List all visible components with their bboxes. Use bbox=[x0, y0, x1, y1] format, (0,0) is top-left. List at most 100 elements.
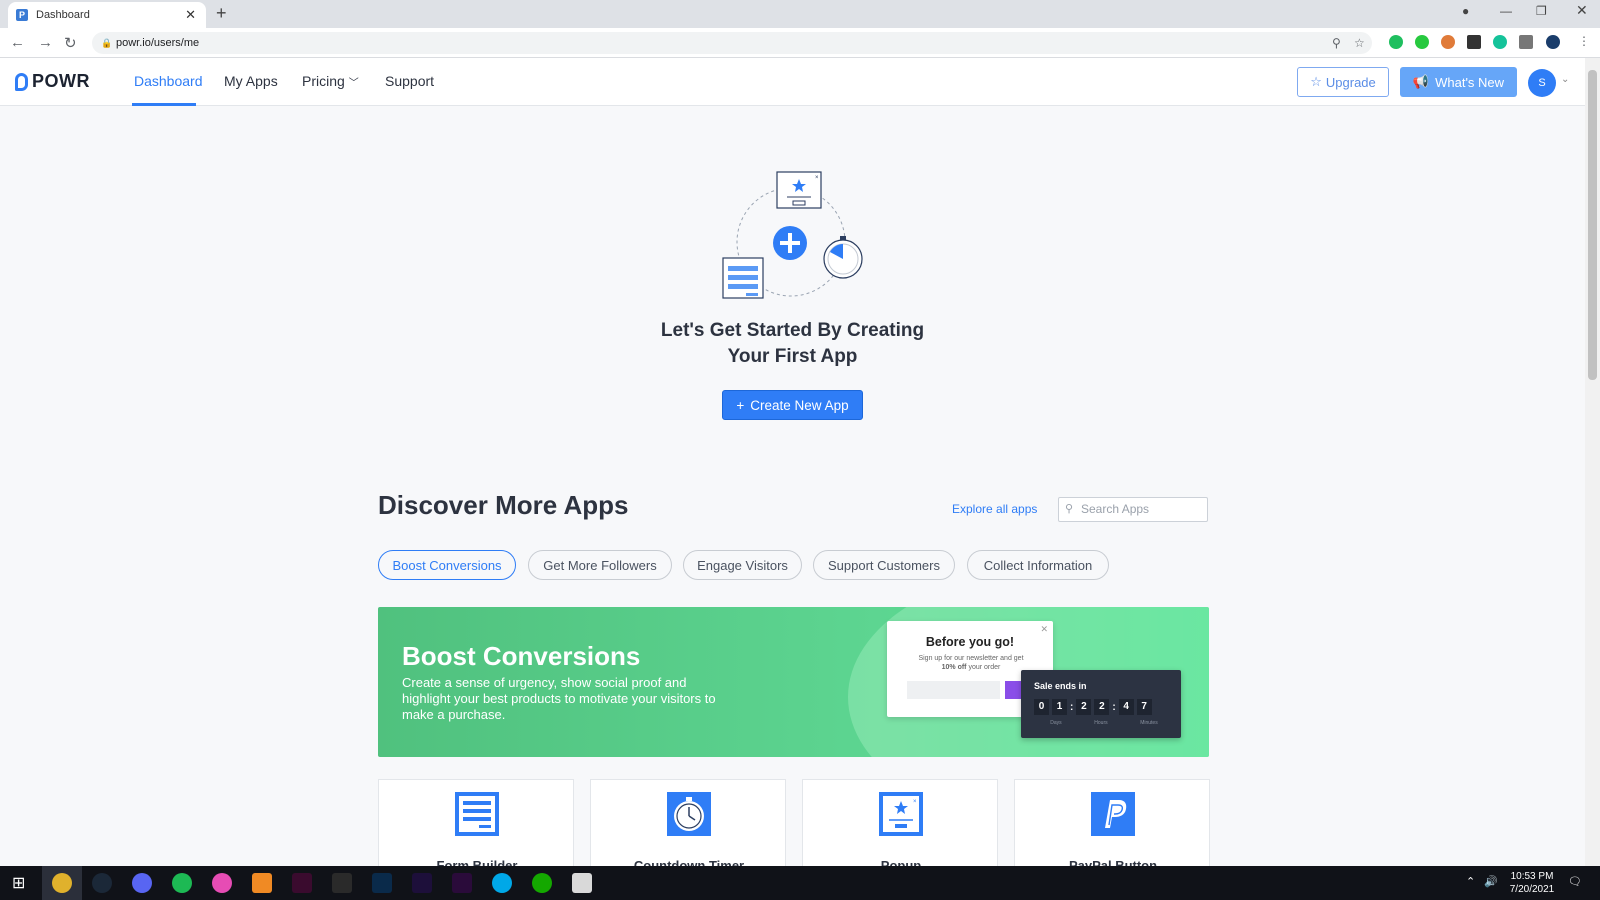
powr-logo[interactable]: POWR bbox=[15, 71, 90, 92]
chevron-down-icon: ﹀ bbox=[348, 78, 359, 89]
after-effects-icon[interactable] bbox=[412, 873, 432, 893]
reload-icon[interactable]: ↻ bbox=[64, 34, 77, 52]
countdown-preview: Sale ends in 0 1 : 2 2 : 4 7 Days Hours … bbox=[1021, 670, 1181, 738]
scrollbar-thumb[interactable] bbox=[1588, 70, 1597, 380]
timer-digits: 0 1 : 2 2 : 4 7 bbox=[1034, 699, 1152, 715]
tab-close-icon[interactable]: ✕ bbox=[185, 7, 196, 23]
skype-icon[interactable] bbox=[492, 873, 512, 893]
popup-text-bold: 10% off bbox=[941, 664, 967, 671]
timer-digit: 2 bbox=[1076, 699, 1092, 715]
itunes-icon[interactable] bbox=[212, 873, 232, 893]
active-nav-indicator bbox=[132, 103, 196, 106]
chevron-up-icon[interactable]: ⌃ bbox=[1466, 875, 1475, 888]
spotify-icon[interactable] bbox=[172, 873, 192, 893]
whats-new-button[interactable]: 📢 What's New bbox=[1400, 67, 1517, 97]
explore-all-apps-link[interactable]: Explore all apps bbox=[952, 502, 1037, 516]
page-scrollbar[interactable] bbox=[1585, 58, 1600, 866]
timer-labels: Days Hours Minutes bbox=[1034, 720, 1174, 726]
zoom-icon[interactable]: ⚲ bbox=[1332, 32, 1341, 54]
app-icon[interactable] bbox=[292, 873, 312, 893]
address-bar[interactable]: 🔒 powr.io/users/me ⚲ ☆ bbox=[92, 32, 1372, 54]
form-builder-icon bbox=[455, 792, 499, 836]
lock-icon: 🔒 bbox=[101, 38, 113, 48]
java-icon[interactable] bbox=[572, 873, 592, 893]
app-card-paypal-button[interactable]: PayPal Button bbox=[1014, 779, 1210, 873]
address-url: powr.io/users/me bbox=[116, 37, 200, 49]
timer-digit: 1 bbox=[1052, 699, 1067, 715]
chrome-icon[interactable] bbox=[52, 873, 72, 893]
nav-dashboard[interactable]: Dashboard bbox=[134, 73, 203, 89]
volume-icon[interactable]: 🔊 bbox=[1484, 875, 1498, 888]
boost-conversions-banner: Boost Conversions Create a sense of urge… bbox=[378, 607, 1209, 757]
window-close-icon[interactable]: ✕ bbox=[1576, 2, 1588, 19]
timer-digit: 7 bbox=[1136, 699, 1152, 715]
timer-label-days: Days bbox=[1050, 720, 1062, 726]
windows-taskbar: ⊞ ⌃ 🔊 10:53 PM 7/20/2021 🗨 bbox=[0, 866, 1600, 900]
taskbar-clock[interactable]: 10:53 PM 7/20/2021 bbox=[1502, 870, 1562, 896]
notifications-icon[interactable]: 🗨 bbox=[1568, 875, 1582, 888]
profile-menu-icon[interactable]: ● bbox=[1462, 4, 1469, 18]
category-support-customers[interactable]: Support Customers bbox=[813, 550, 955, 580]
back-icon[interactable]: ← bbox=[10, 34, 25, 51]
nav-my-apps[interactable]: My Apps bbox=[224, 73, 278, 89]
app-card-popup[interactable]: × Popup bbox=[802, 779, 998, 873]
extensions-puzzle-icon[interactable] bbox=[1519, 35, 1533, 49]
forward-icon[interactable]: → bbox=[38, 34, 53, 51]
timer-label-hours: Hours bbox=[1094, 720, 1108, 726]
create-new-app-label: Create New App bbox=[750, 397, 849, 413]
category-boost-conversions[interactable]: Boost Conversions bbox=[378, 550, 516, 580]
upgrade-button[interactable]: ☆ Upgrade bbox=[1297, 67, 1389, 97]
paypal-icon bbox=[1091, 792, 1135, 836]
hero-title-line-2: Your First App bbox=[727, 346, 858, 367]
windows-start-icon[interactable]: ⊞ bbox=[12, 873, 25, 893]
extension-icon[interactable] bbox=[1467, 35, 1481, 49]
app-card-countdown-timer[interactable]: Countdown Timer bbox=[590, 779, 786, 873]
upwork-icon[interactable] bbox=[532, 873, 552, 893]
discover-title: Discover More Apps bbox=[378, 490, 629, 520]
search-apps-input[interactable]: ⚲ Search Apps bbox=[1058, 497, 1208, 522]
premiere-icon[interactable] bbox=[452, 873, 472, 893]
popup-text-2: your order bbox=[968, 664, 1001, 671]
clock-time: 10:53 PM bbox=[1510, 871, 1554, 882]
svg-text:×: × bbox=[815, 175, 819, 181]
create-app-illustration: × bbox=[722, 171, 863, 299]
extension-icon[interactable] bbox=[1415, 35, 1429, 49]
banner-title: Boost Conversions bbox=[402, 641, 641, 671]
extension-icon[interactable] bbox=[1441, 35, 1455, 49]
nav-support[interactable]: Support bbox=[385, 73, 434, 89]
category-collect-information[interactable]: Collect Information bbox=[967, 550, 1109, 580]
hero-title: Let's Get Started By Creating Your First… bbox=[600, 318, 985, 370]
app-card-form-builder[interactable]: Form Builder bbox=[378, 779, 574, 873]
browser-tab[interactable]: P Dashboard ✕ bbox=[8, 2, 206, 28]
chevron-down-icon[interactable]: ⌄ bbox=[1561, 74, 1569, 85]
bookmark-star-icon[interactable]: ☆ bbox=[1354, 32, 1365, 54]
user-avatar[interactable]: S bbox=[1528, 69, 1556, 97]
steam-icon[interactable] bbox=[92, 873, 112, 893]
search-placeholder: Search Apps bbox=[1081, 502, 1150, 516]
minimize-icon[interactable]: — bbox=[1500, 4, 1512, 18]
restore-icon[interactable]: ❐ bbox=[1536, 4, 1547, 18]
photoshop-icon[interactable] bbox=[372, 873, 392, 893]
app-icon[interactable] bbox=[252, 873, 272, 893]
timer-colon: : bbox=[1070, 701, 1074, 713]
create-new-app-button[interactable]: + Create New App bbox=[722, 390, 863, 420]
popup-preview-input bbox=[907, 681, 1000, 699]
nav-pricing-label: Pricing bbox=[302, 73, 345, 89]
countdown-timer-icon bbox=[667, 792, 711, 836]
profile-avatar-icon[interactable] bbox=[1546, 35, 1560, 49]
plus-icon: + bbox=[736, 397, 745, 413]
browser-tabbar: P Dashboard ✕ + ● — ❐ ✕ bbox=[0, 0, 1600, 28]
extension-icon[interactable] bbox=[1389, 35, 1403, 49]
browser-menu-icon[interactable]: ⋮ bbox=[1578, 34, 1590, 48]
category-get-more-followers[interactable]: Get More Followers bbox=[528, 550, 672, 580]
discord-icon[interactable] bbox=[132, 873, 152, 893]
new-tab-icon[interactable]: + bbox=[216, 3, 227, 24]
hero-title-line-1: Let's Get Started By Creating bbox=[660, 320, 925, 341]
grammarly-icon[interactable] bbox=[1493, 35, 1507, 49]
nav-pricing[interactable]: Pricing ﹀ bbox=[302, 73, 359, 89]
powr-logo-icon bbox=[15, 72, 28, 91]
browser-toolbar: ← → ↻ 🔒 powr.io/users/me ⚲ ☆ bbox=[0, 28, 1600, 58]
timer-label-minutes: Minutes bbox=[1140, 720, 1158, 726]
epic-games-icon[interactable] bbox=[332, 873, 352, 893]
category-engage-visitors[interactable]: Engage Visitors bbox=[683, 550, 802, 580]
